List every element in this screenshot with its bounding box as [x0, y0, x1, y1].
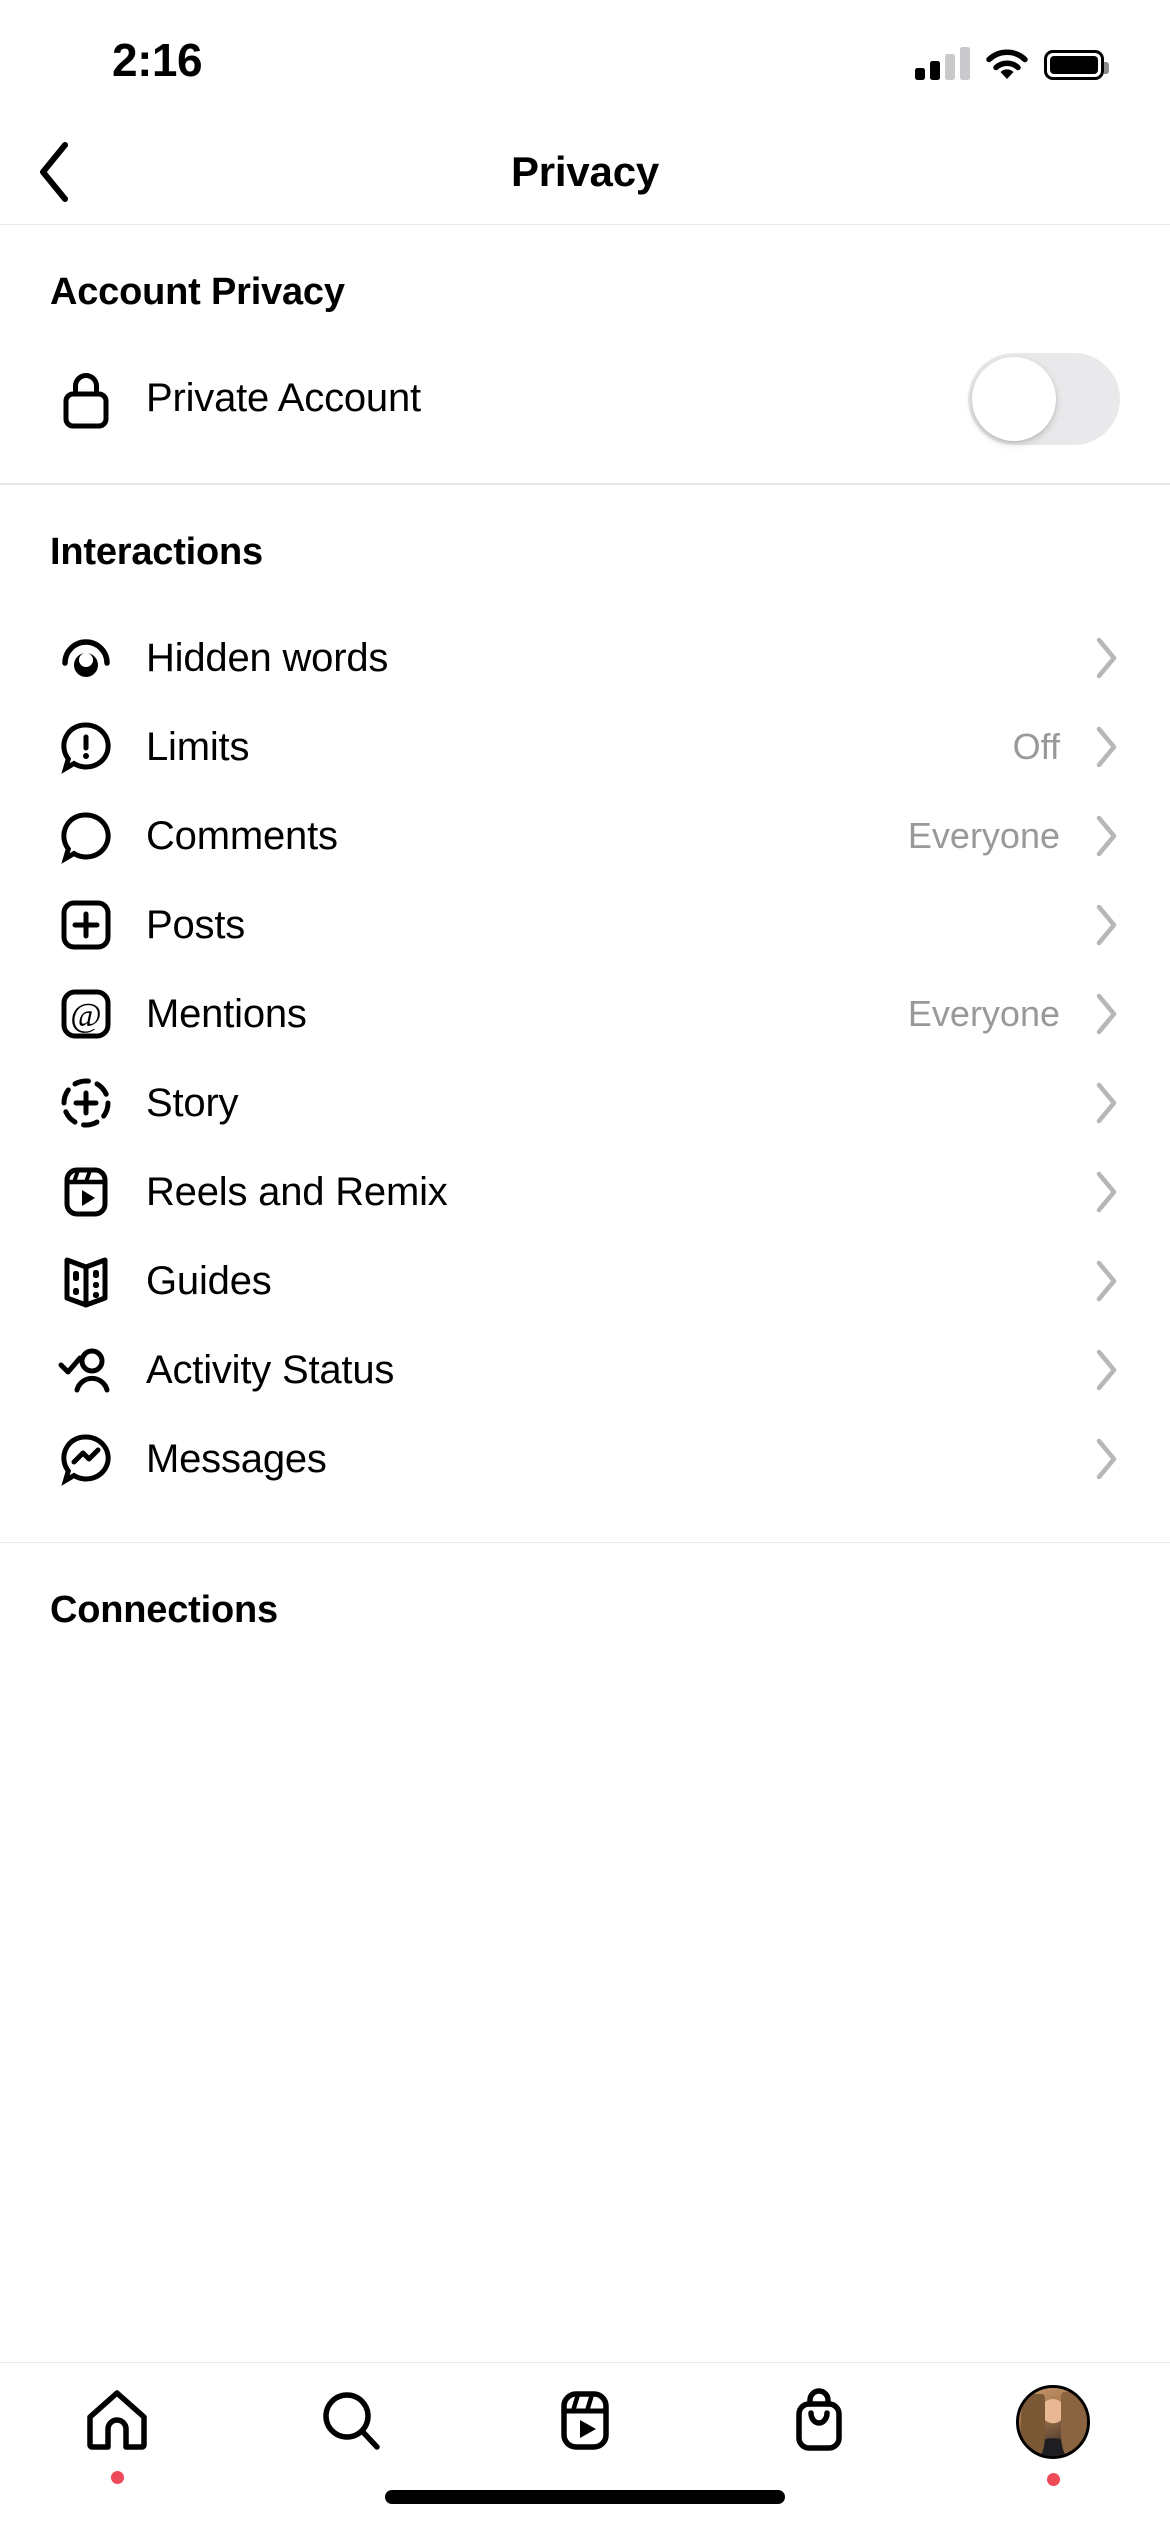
row-reels-and-remix[interactable]: Reels and Remix [0, 1148, 1170, 1237]
row-comments[interactable]: Comments Everyone [0, 792, 1170, 881]
chevron-right-icon [1086, 903, 1120, 947]
page-title: Privacy [510, 148, 660, 195]
row-guides[interactable]: Guides [0, 1237, 1170, 1326]
row-label: Posts [146, 902, 246, 947]
chevron-right-icon [1086, 814, 1120, 858]
tab-reels[interactable] [468, 2363, 702, 2484]
home-badge-dot [110, 2471, 124, 2484]
lock-icon [50, 363, 122, 435]
chevron-right-icon [1086, 1348, 1120, 1392]
story-icon [50, 1067, 122, 1139]
mentions-icon: @ [50, 978, 122, 1050]
tab-shop[interactable] [702, 2363, 936, 2484]
activity-status-icon [50, 1334, 122, 1406]
chevron-right-icon [1086, 1081, 1120, 1125]
row-label: Activity Status [146, 1347, 395, 1392]
battery-icon [1044, 50, 1109, 80]
row-story[interactable]: Story [0, 1059, 1170, 1148]
chevron-right-icon [1086, 1437, 1120, 1481]
section-heading-interactions: Interactions [50, 530, 263, 573]
instagram-privacy-screen: 2:16 Privacy Account Privacy Private Acc… [0, 0, 1170, 2532]
chevron-right-icon [1086, 992, 1120, 1036]
private-account-toggle[interactable] [968, 352, 1120, 445]
search-icon [323, 2392, 380, 2450]
row-mentions[interactable]: @ Mentions Everyone [0, 970, 1170, 1059]
cellular-signal-icon [915, 47, 970, 80]
chevron-right-icon [1086, 1259, 1120, 1303]
bottom-tab-bar [0, 2362, 1170, 2532]
status-bar: 2:16 [0, 0, 1170, 120]
row-hidden-words[interactable]: Hidden words [0, 614, 1170, 703]
status-indicators [915, 40, 1109, 80]
row-label: Guides [146, 1258, 272, 1303]
limits-icon [50, 711, 122, 783]
profile-badge-dot [1046, 2473, 1060, 2486]
chevron-right-icon [1086, 725, 1120, 769]
avatar [1016, 2385, 1090, 2459]
shop-icon [796, 2388, 842, 2451]
chevron-left-icon [40, 142, 68, 202]
row-messages[interactable]: Messages [0, 1415, 1170, 1504]
home-icon [87, 2390, 147, 2450]
row-label: Mentions [146, 991, 307, 1036]
hidden-words-icon [50, 622, 122, 694]
back-button[interactable] [0, 120, 110, 225]
row-value: Everyone [907, 815, 1060, 856]
row-posts[interactable]: Posts [0, 881, 1170, 970]
navigation-bar: Privacy [0, 120, 1170, 225]
section-heading-account-privacy: Account Privacy [50, 271, 345, 313]
row-activity-status[interactable]: Activity Status [0, 1326, 1170, 1415]
row-label: Comments [146, 813, 338, 858]
row-label: Story [146, 1080, 239, 1125]
row-label: Hidden words [146, 635, 389, 680]
guides-icon [50, 1245, 122, 1317]
row-value: Everyone [907, 993, 1060, 1034]
posts-icon [50, 889, 122, 961]
row-value: Off [1012, 726, 1060, 767]
tab-search[interactable] [234, 2363, 468, 2484]
row-label: Private Account [146, 376, 421, 420]
home-indicator [385, 2490, 785, 2504]
wifi-icon [986, 48, 1028, 80]
chevron-right-icon [1086, 1170, 1120, 1214]
toggle-knob [972, 356, 1056, 441]
row-label: Messages [146, 1436, 327, 1481]
messages-icon [50, 1423, 122, 1495]
row-limits[interactable]: Limits Off [0, 703, 1170, 792]
section-heading-connections: Connections [50, 1589, 278, 1631]
comments-icon [50, 800, 122, 872]
tab-home[interactable] [0, 2363, 234, 2484]
row-private-account[interactable]: Private Account [0, 352, 1170, 445]
reels-icon [50, 1156, 122, 1228]
row-label: Limits [146, 724, 250, 769]
tab-profile[interactable] [936, 2363, 1170, 2486]
settings-list: Account Privacy Private Account Interact… [0, 225, 1170, 2362]
reels-icon [561, 2391, 609, 2450]
chevron-right-icon [1086, 636, 1120, 680]
row-label: Reels and Remix [146, 1169, 448, 1214]
svg-text:@: @ [70, 997, 101, 1034]
